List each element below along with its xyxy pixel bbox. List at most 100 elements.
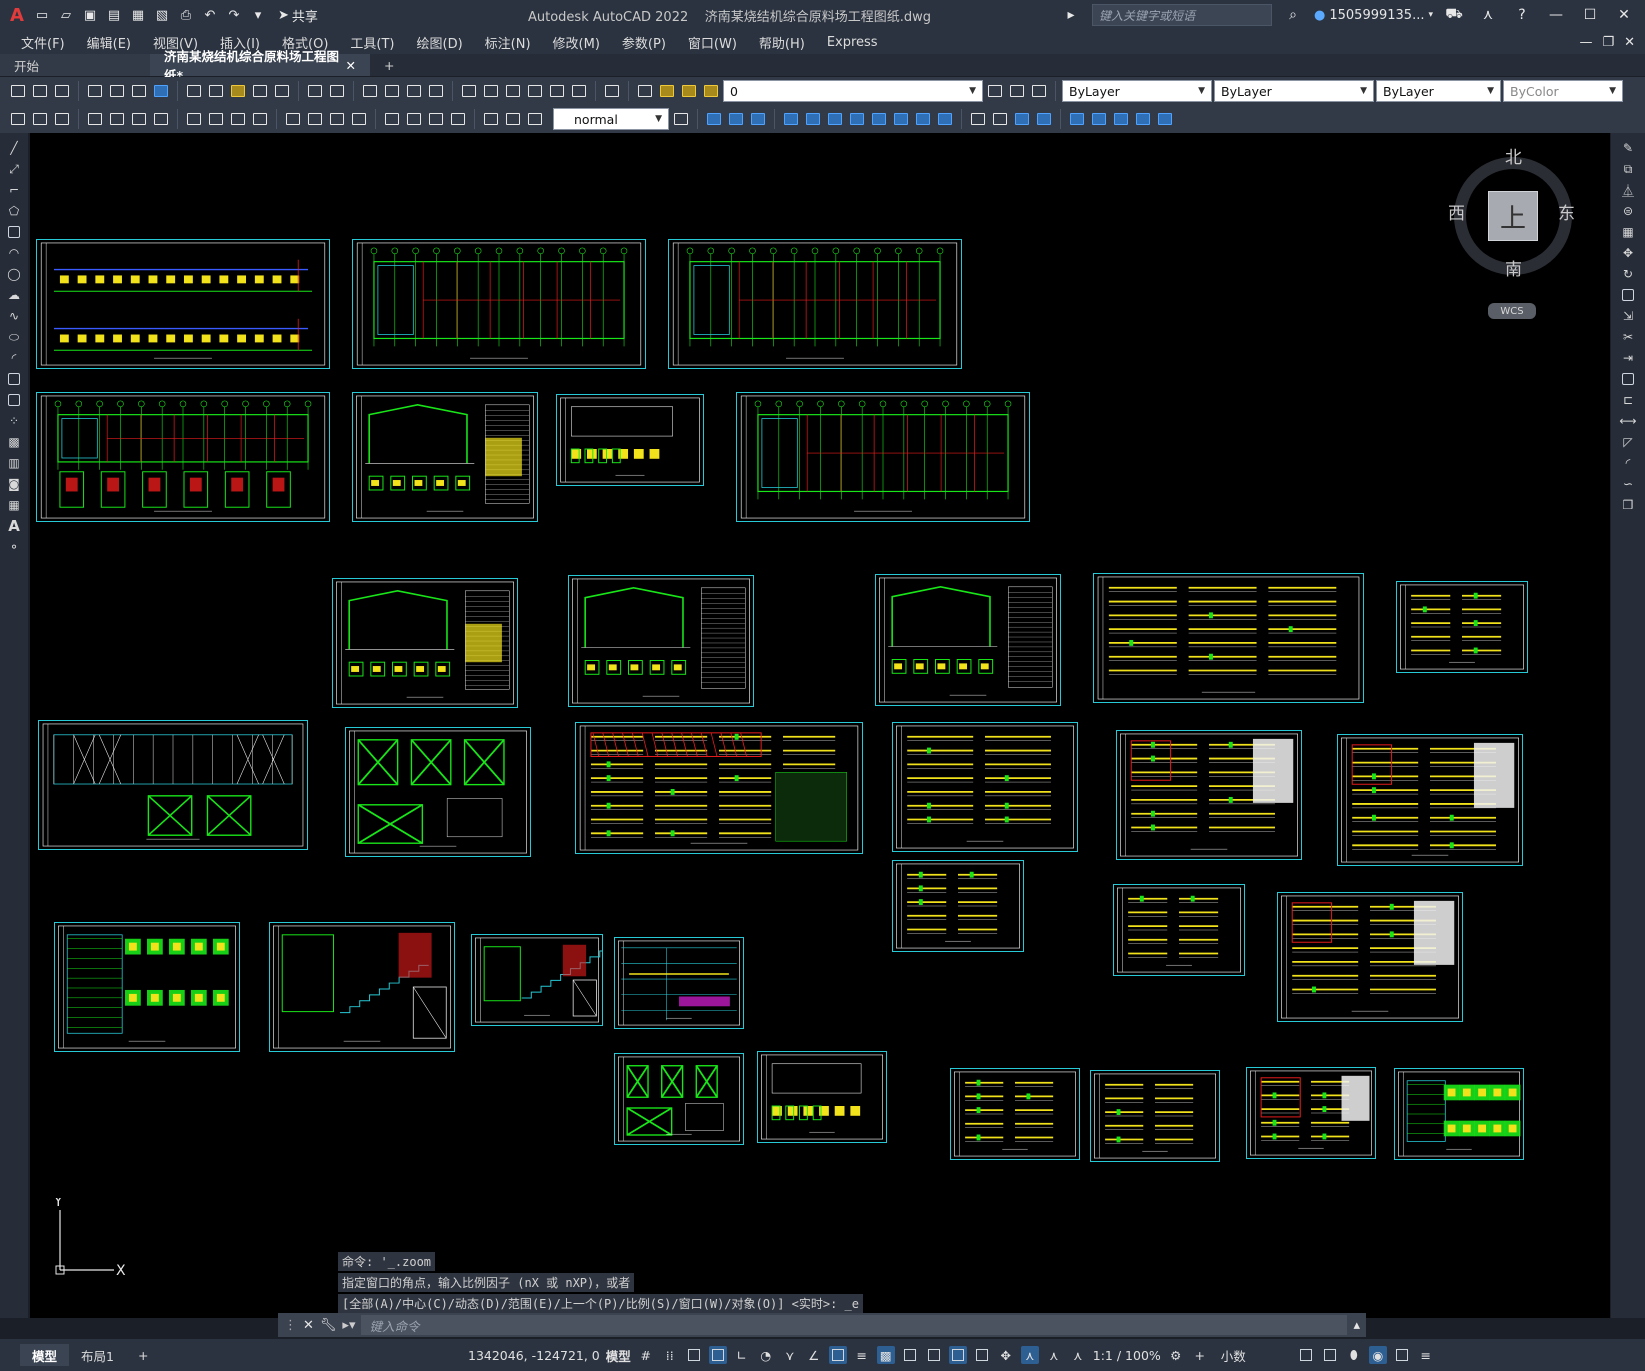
- drawing-sheet[interactable]: [38, 720, 308, 850]
- cone-icon[interactable]: [748, 109, 768, 129]
- rotate-icon[interactable]: ↻: [1619, 265, 1637, 283]
- sweep-icon[interactable]: [825, 109, 845, 129]
- layer-freeze-icon[interactable]: [679, 81, 699, 101]
- customize-qat-icon[interactable]: ▾: [248, 5, 268, 25]
- lineweight-icon[interactable]: ≡: [853, 1346, 871, 1364]
- zoom-window-icon[interactable]: [404, 81, 424, 101]
- drawing-sheet[interactable]: [1394, 1068, 1524, 1160]
- drawing-sheet[interactable]: [614, 1053, 744, 1145]
- gizmo-icon[interactable]: ✥: [997, 1346, 1015, 1364]
- blend-curves-icon[interactable]: ∽: [1619, 475, 1637, 493]
- subtract-icon[interactable]: [891, 109, 911, 129]
- ellipse-icon[interactable]: ⬭: [5, 328, 23, 346]
- application-menu-button[interactable]: A: [6, 5, 28, 26]
- color-dropdown[interactable]: ByLayer ▼: [1062, 80, 1212, 102]
- expand-search-icon[interactable]: ▸: [1058, 7, 1084, 23]
- auto-scale-icon[interactable]: ⋏: [1045, 1346, 1063, 1364]
- workspace-icon[interactable]: [8, 109, 28, 129]
- save-icon[interactable]: ▣: [80, 5, 100, 25]
- undo-tool-icon[interactable]: [305, 81, 325, 101]
- drawing-sheet[interactable]: [352, 392, 538, 522]
- menu-dimension[interactable]: 标注(N): [474, 33, 542, 52]
- qselect-icon[interactable]: [30, 109, 50, 129]
- compass-west[interactable]: 西: [1448, 199, 1465, 224]
- menu-help[interactable]: 帮助(H): [748, 33, 816, 52]
- baseline-dimension-icon[interactable]: [305, 109, 325, 129]
- selection-cycling-icon[interactable]: [901, 1346, 919, 1364]
- extrude-icon[interactable]: [781, 109, 801, 129]
- table-icon[interactable]: ▦: [5, 496, 23, 514]
- object-snap-tracking-icon[interactable]: ∠: [805, 1346, 823, 1364]
- drawing-sheet[interactable]: [892, 722, 1078, 852]
- print-icon[interactable]: [85, 81, 105, 101]
- tab-drawing[interactable]: 济南某烧结机综合原料场工程图纸* ✕: [150, 49, 370, 83]
- sheet-set-icon[interactable]: [525, 81, 545, 101]
- revolve-icon[interactable]: [803, 109, 823, 129]
- command-line-grip[interactable]: ⋮: [284, 1318, 297, 1333]
- dynamic-input-icon[interactable]: [708, 1346, 727, 1364]
- recent-commands-icon[interactable]: ▸▾: [342, 1318, 355, 1333]
- tool-palettes-icon[interactable]: [503, 81, 523, 101]
- customization-icon[interactable]: ≡: [1417, 1346, 1435, 1364]
- tab-close-icon[interactable]: ✕: [346, 58, 356, 73]
- layer-manager-icon[interactable]: [52, 109, 72, 129]
- drawing-sheet[interactable]: [575, 722, 863, 854]
- drawing-canvas[interactable]: 上 北 南 东 西 WCS Y X: [30, 133, 1610, 1318]
- continue-dimension-icon[interactable]: [327, 109, 347, 129]
- doc-close-button[interactable]: ✕: [1624, 35, 1635, 50]
- break-at-point-icon[interactable]: [1619, 370, 1637, 388]
- materials-icon[interactable]: [1012, 109, 1032, 129]
- linear-dimension-icon[interactable]: [85, 109, 105, 129]
- render-icon[interactable]: [990, 109, 1010, 129]
- doc-minimize-button[interactable]: —: [1579, 35, 1592, 50]
- plotstyle-dropdown[interactable]: ByColor ▼: [1503, 80, 1623, 102]
- command-history-toggle[interactable]: ▴: [1353, 1318, 1366, 1333]
- drawing-sheet[interactable]: [614, 937, 744, 1029]
- line-icon[interactable]: ╱: [5, 139, 23, 157]
- qnew-icon[interactable]: [8, 81, 28, 101]
- array-icon[interactable]: ▦: [1619, 223, 1637, 241]
- layer-lock-icon[interactable]: [701, 81, 721, 101]
- drawing-sheet[interactable]: [1277, 892, 1463, 1022]
- drawing-sheet[interactable]: [1246, 1067, 1376, 1159]
- drawing-sheet[interactable]: [1090, 1070, 1220, 1162]
- drawing-sheet[interactable]: [36, 392, 330, 522]
- grid-icon[interactable]: #: [637, 1346, 655, 1364]
- close-command-line-icon[interactable]: ✕: [303, 1318, 314, 1333]
- snap-icon[interactable]: ⁞⁞: [661, 1346, 679, 1364]
- doc-restore-button[interactable]: ❐: [1602, 35, 1614, 50]
- minimize-button[interactable]: —: [1543, 7, 1569, 23]
- drawing-sheet[interactable]: [332, 578, 518, 708]
- menu-express[interactable]: Express: [816, 35, 889, 50]
- quick-properties-icon[interactable]: [1297, 1346, 1315, 1364]
- menu-draw[interactable]: 绘图(D): [406, 33, 474, 52]
- drawing-sheet[interactable]: [269, 922, 455, 1052]
- make-block-icon[interactable]: [5, 391, 23, 409]
- angular-dimension-icon[interactable]: [250, 109, 270, 129]
- rectangle-icon[interactable]: [5, 223, 23, 241]
- drawing-sheet[interactable]: [892, 860, 1024, 952]
- union-icon[interactable]: [869, 109, 889, 129]
- match-properties-icon[interactable]: [250, 81, 270, 101]
- 3d-osnap-icon[interactable]: [925, 1346, 943, 1364]
- tab-model[interactable]: 模型: [20, 1344, 70, 1366]
- drawing-sheet[interactable]: [54, 922, 240, 1052]
- jogged-linear-icon[interactable]: [448, 109, 468, 129]
- drawing-sheet[interactable]: [471, 934, 603, 1026]
- help-tool-icon[interactable]: [602, 81, 622, 101]
- redo-tool-icon[interactable]: [327, 81, 347, 101]
- drawing-sheet[interactable]: [1337, 734, 1523, 866]
- lineweight-dropdown[interactable]: ByLayer ▼: [1376, 80, 1501, 102]
- zoom-realtime-icon[interactable]: [382, 81, 402, 101]
- cut-icon[interactable]: [184, 81, 204, 101]
- hardware-acceleration-icon[interactable]: ◉: [1368, 1346, 1387, 1364]
- polar-tracking-icon[interactable]: ◔: [757, 1346, 775, 1364]
- make-current-layer-icon[interactable]: [985, 81, 1005, 101]
- workspace-switch-icon[interactable]: ⚙: [1167, 1346, 1185, 1364]
- open-icon[interactable]: ▱: [56, 5, 76, 25]
- menu-parametric[interactable]: 参数(P): [611, 33, 677, 52]
- publish-icon[interactable]: [129, 81, 149, 101]
- drawing-sheet[interactable]: [36, 239, 330, 369]
- save-as-icon[interactable]: ▤: [104, 5, 124, 25]
- drawing-sheet[interactable]: [736, 392, 1030, 522]
